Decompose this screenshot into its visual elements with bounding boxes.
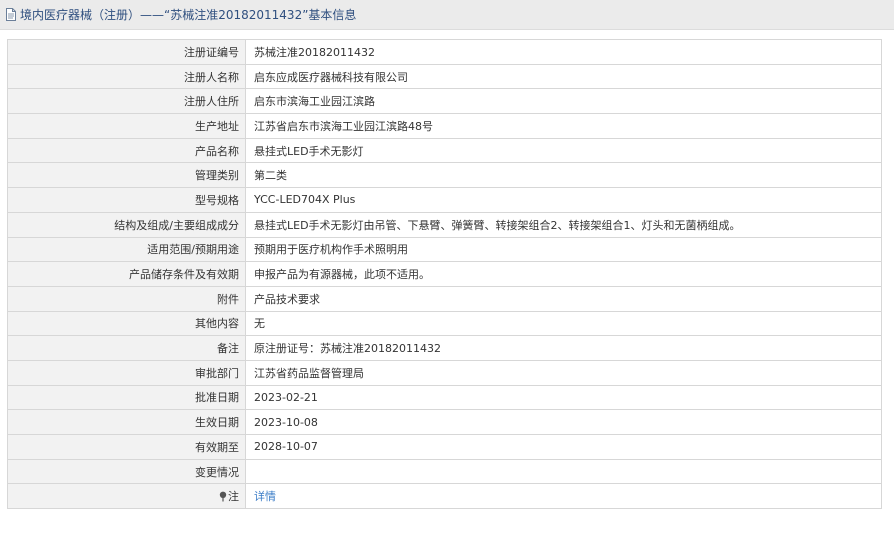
table-row: 结构及组成/主要组成成分 悬挂式LED手术无影灯由吊管、下悬臂、弹簧臂、转接架组合… <box>7 211 882 238</box>
table-row: 备注 原注册证号：苏械注准20182011432 <box>7 335 882 361</box>
field-value: 预期用于医疗机构作手术照明用 <box>245 236 882 263</box>
note-value-cell: 详情 <box>245 483 882 510</box>
page-title: 境内医疗器械（注册）——“苏械注准20182011432”基本信息 <box>20 8 357 22</box>
table-row: 批准日期 2023-02-21 <box>7 384 882 411</box>
document-icon <box>4 8 18 22</box>
field-value: 原注册证号：苏械注准20182011432 <box>245 335 882 361</box>
field-value: 江苏省启东市滨海工业园江滨路48号 <box>245 113 882 139</box>
info-table-container: 注册证编号 苏械注准20182011432 注册人名称 启东应成医疗器械科技有限公司注… <box>7 39 882 510</box>
table-row: 生效日期 2023-10-08 <box>7 409 882 435</box>
table-row: 适用范围/预期用途 预期用于医疗机构作手术照明用 <box>7 236 882 263</box>
table-row: 注册证编号 苏械注准20182011432 <box>7 39 882 65</box>
field-label: 其他内容 <box>7 310 246 337</box>
field-label: 型号规格 <box>7 187 246 213</box>
info-table: 注册证编号 苏械注准20182011432 注册人名称 启东应成医疗器械科技有限公司注… <box>7 39 882 510</box>
field-label: 产品储存条件及有效期 <box>7 261 246 287</box>
field-value: 启东应成医疗器械科技有限公司 <box>245 63 882 90</box>
table-row: 产品名称 悬挂式LED手术无影灯 <box>7 137 882 164</box>
table-row: 管理类别 第二类 <box>7 162 882 189</box>
field-label: 注册证编号 <box>7 39 246 65</box>
note-label: 注 <box>228 489 239 503</box>
field-value: 2028-10-07 <box>245 434 882 460</box>
note-row: 注 详情 <box>7 483 882 510</box>
table-row: 附件 产品技术要求 <box>7 285 882 312</box>
field-label: 有效期至 <box>7 434 246 460</box>
field-label: 生效日期 <box>7 409 246 435</box>
table-row: 产品储存条件及有效期 申报产品为有源器械，此项不适用。 <box>7 261 882 287</box>
table-row: 变更情况 <box>7 458 882 485</box>
details-link[interactable]: 详情 <box>254 490 276 503</box>
field-label: 变更情况 <box>7 458 246 485</box>
field-label: 附件 <box>7 285 246 312</box>
field-value <box>245 458 882 485</box>
field-value: 2023-02-21 <box>245 384 882 411</box>
field-value: 悬挂式LED手术无影灯 <box>245 137 882 164</box>
info-table-body: 注册证编号 苏械注准20182011432 注册人名称 启东应成医疗器械科技有限公司注… <box>7 39 882 510</box>
table-row: 有效期至 2028-10-07 <box>7 434 882 460</box>
page-header: 境内医疗器械（注册）——“苏械注准20182011432”基本信息 <box>0 0 894 30</box>
table-row: 注册人住所 启东市滨海工业园江滨路 <box>7 88 882 115</box>
field-value: 苏械注准20182011432 <box>245 39 882 65</box>
field-label: 适用范围/预期用途 <box>7 236 246 263</box>
field-label: 结构及组成/主要组成成分 <box>7 211 246 238</box>
field-label: 管理类别 <box>7 162 246 189</box>
field-label: 注册人住所 <box>7 88 246 115</box>
field-label: 审批部门 <box>7 359 246 386</box>
field-value: 启东市滨海工业园江滨路 <box>245 88 882 115</box>
table-row: 注册人名称 启东应成医疗器械科技有限公司 <box>7 63 882 90</box>
note-label-cell: 注 <box>7 483 246 510</box>
field-value: 2023-10-08 <box>245 409 882 435</box>
field-value: 无 <box>245 310 882 337</box>
field-value: 产品技术要求 <box>245 285 882 312</box>
field-value: 江苏省药品监督管理局 <box>245 359 882 386</box>
field-value: 悬挂式LED手术无影灯由吊管、下悬臂、弹簧臂、转接架组合2、转接架组合1、灯头和… <box>245 211 882 238</box>
field-label: 批准日期 <box>7 384 246 411</box>
field-value: 第二类 <box>245 162 882 189</box>
field-value: YCC-LED704X Plus <box>245 187 882 213</box>
table-row: 审批部门 江苏省药品监督管理局 <box>7 359 882 386</box>
pin-icon <box>219 491 227 505</box>
field-label: 注册人名称 <box>7 63 246 90</box>
table-row: 生产地址 江苏省启东市滨海工业园江滨路48号 <box>7 113 882 139</box>
field-label: 产品名称 <box>7 137 246 164</box>
field-label: 生产地址 <box>7 113 246 139</box>
field-value: 申报产品为有源器械，此项不适用。 <box>245 261 882 287</box>
field-label: 备注 <box>7 335 246 361</box>
table-row: 其他内容无 <box>7 310 882 337</box>
table-row: 型号规格 YCC-LED704X Plus <box>7 187 882 213</box>
